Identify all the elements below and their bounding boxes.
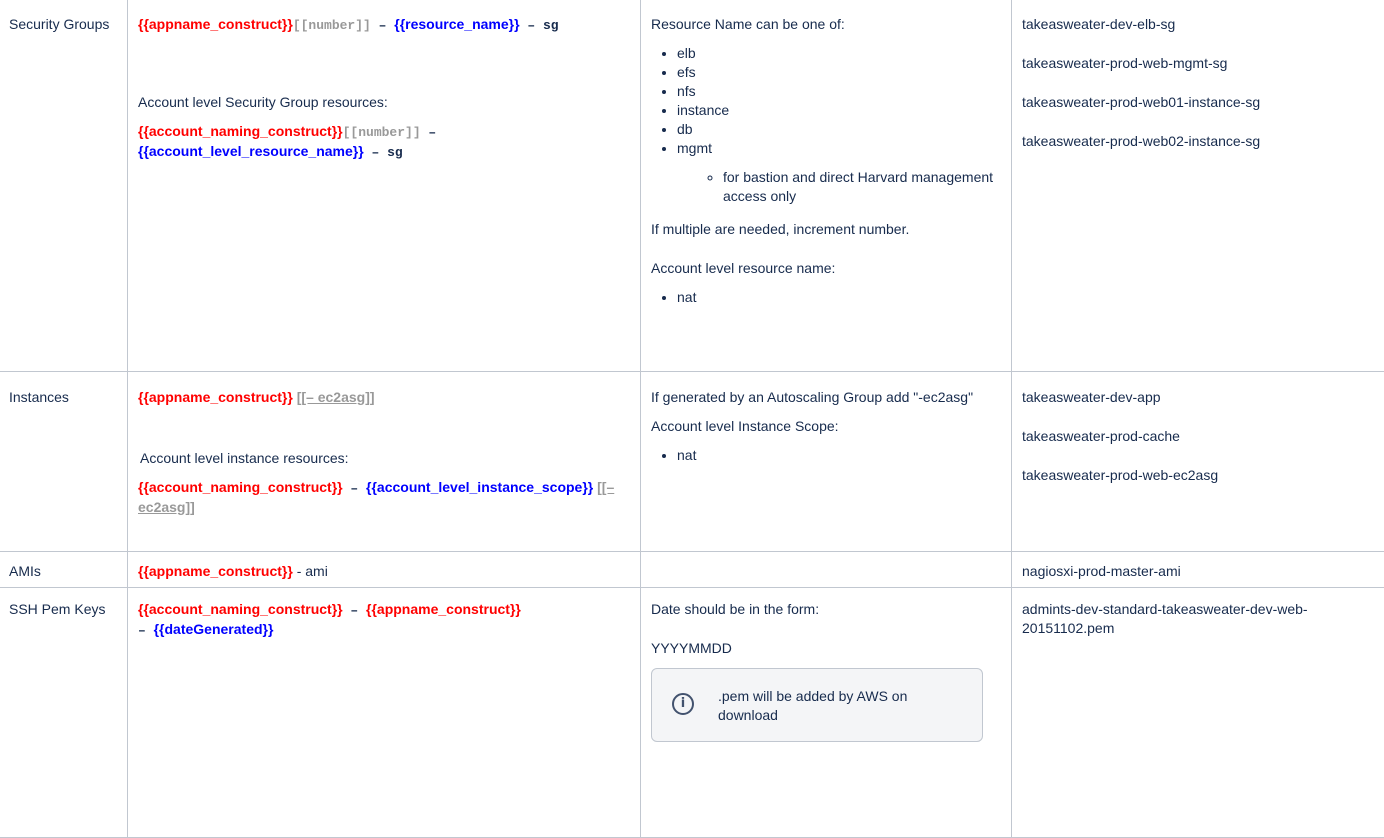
notes-text: Account level Instance Scope: <box>651 417 1001 436</box>
dash-token: – <box>343 481 366 496</box>
appname-token: {{appname_construct}} <box>138 389 293 405</box>
ami-suffix: - ami <box>293 563 328 579</box>
resource-type-cell: AMIs <box>0 552 128 588</box>
resource-type: Instances <box>9 389 69 405</box>
resource-name-list: elb efs nfs instance db mgmt for bastion… <box>651 44 1001 206</box>
notes-text: Account level resource name: <box>651 259 1001 278</box>
account-name-list: nat <box>651 288 1001 307</box>
account-level-label: Account level Security Group resources: <box>138 93 630 112</box>
account-naming-token: {{account_naming_construct}} <box>138 601 343 617</box>
naming-conventions-table: Security Groups {{appname_construct}}[[n… <box>0 0 1384 838</box>
nested-list: for bastion and direct Harvard managemen… <box>677 168 1001 206</box>
notes-cell: If generated by an Autoscaling Group add… <box>641 372 1012 552</box>
pattern-cell: {{appname_construct}}[[number]] – {{reso… <box>128 0 641 372</box>
table-row: SSH Pem Keys {{account_naming_construct}… <box>0 588 1384 838</box>
account-pattern-line: {{account_naming_construct}} – {{account… <box>138 478 630 517</box>
info-text: .pem will be added by AWS on download <box>718 687 966 725</box>
date-generated-token: {{dateGenerated}} <box>154 621 274 637</box>
list-item: nat <box>677 446 1001 465</box>
notes-text: Date should be in the form: <box>651 600 1001 619</box>
info-panel: i .pem will be added by AWS on download <box>651 668 983 742</box>
dash-token: – <box>421 125 437 140</box>
example-name: takeasweater-prod-web01-instance-sg <box>1022 93 1378 112</box>
number-token: [[number]] <box>293 18 371 33</box>
notes-intro: Resource Name can be one of: <box>651 15 1001 34</box>
account-naming-token: {{account_naming_construct}} <box>138 123 343 139</box>
number-token: [[number]] <box>343 125 421 140</box>
example-name: takeasweater-dev-elb-sg <box>1022 15 1378 34</box>
instance-scope-token: {{account_level_instance_scope}} <box>366 479 593 495</box>
account-level-label: Account level instance resources: <box>138 449 630 468</box>
example-name: takeasweater-prod-web-ec2asg <box>1022 466 1378 485</box>
resource-type-cell: Security Groups <box>0 0 128 372</box>
resource-type-cell: SSH Pem Keys <box>0 588 128 838</box>
date-format: YYYYMMDD <box>651 639 1001 658</box>
table-row: AMIs {{appname_construct}} - ami nagiosx… <box>0 552 1384 588</box>
pattern-line: {{appname_construct}} [[– ec2asg]] <box>138 388 630 407</box>
account-resource-token: {{account_level_resource_name}} <box>138 143 364 159</box>
examples-cell: takeasweater-dev-elb-sg takeasweater-pro… <box>1012 0 1384 372</box>
pattern-cell: {{appname_construct}} - ami <box>128 552 641 588</box>
examples-cell: takeasweater-dev-app takeasweater-prod-c… <box>1012 372 1384 552</box>
list-item: mgmt for bastion and direct Harvard mana… <box>677 139 1001 206</box>
dash-token: – <box>343 603 366 618</box>
resource-type: Security Groups <box>9 16 109 32</box>
notes-text: If multiple are needed, increment number… <box>651 220 1001 239</box>
list-item: instance <box>677 101 1001 120</box>
account-pattern-line: {{account_naming_construct}}[[number]] –… <box>138 122 630 162</box>
table-row: Instances {{appname_construct}} [[– ec2a… <box>0 372 1384 552</box>
list-item: nfs <box>677 82 1001 101</box>
examples-cell: admints-dev-standard-takeasweater-dev-we… <box>1012 588 1384 838</box>
list-item: nat <box>677 288 1001 307</box>
appname-token: {{appname_construct}} <box>138 16 293 32</box>
example-name: admints-dev-standard-takeasweater-dev-we… <box>1022 601 1308 636</box>
dash-token: – <box>138 623 154 638</box>
pattern-cell: {{appname_construct}} [[– ec2asg]] Accou… <box>128 372 641 552</box>
list-item: elb <box>677 44 1001 63</box>
example-name: takeasweater-prod-web02-instance-sg <box>1022 132 1378 151</box>
list-item: efs <box>677 63 1001 82</box>
account-level-label-text: Account level instance resources: <box>140 450 349 466</box>
resource-type: SSH Pem Keys <box>9 601 105 617</box>
resource-type: AMIs <box>9 563 41 579</box>
sg-suffix: – sg <box>520 18 559 33</box>
example-name: takeasweater-prod-web-mgmt-sg <box>1022 54 1378 73</box>
list-item-label: mgmt <box>677 140 712 156</box>
list-item: for bastion and direct Harvard managemen… <box>723 168 1001 206</box>
example-name: takeasweater-dev-app <box>1022 388 1378 407</box>
appname-token: {{appname_construct}} <box>138 563 293 579</box>
notes-cell <box>641 552 1012 588</box>
dash-token: – <box>371 18 394 33</box>
instance-scope-list: nat <box>651 446 1001 465</box>
sg-suffix: – sg <box>364 145 403 160</box>
info-icon: i <box>672 693 694 715</box>
example-name: nagiosxi-prod-master-ami <box>1022 563 1181 579</box>
ec2asg-optional-token: [[– ec2asg]] <box>297 389 375 405</box>
table-row: Security Groups {{appname_construct}}[[n… <box>0 0 1384 372</box>
resource-type-cell: Instances <box>0 372 128 552</box>
examples-cell: nagiosxi-prod-master-ami <box>1012 552 1384 588</box>
appname-token: {{appname_construct}} <box>366 601 521 617</box>
notes-text: If generated by an Autoscaling Group add… <box>651 388 1001 407</box>
notes-cell: Date should be in the form: YYYYMMDD i .… <box>641 588 1012 838</box>
list-item: db <box>677 120 1001 139</box>
account-naming-token: {{account_naming_construct}} <box>138 479 343 495</box>
pattern-line: {{appname_construct}}[[number]] – {{reso… <box>138 15 630 35</box>
pattern-cell: {{account_naming_construct}} – {{appname… <box>128 588 641 838</box>
example-name: takeasweater-prod-cache <box>1022 427 1378 446</box>
notes-cell: Resource Name can be one of: elb efs nfs… <box>641 0 1012 372</box>
resource-name-token: {{resource_name}} <box>394 16 519 32</box>
